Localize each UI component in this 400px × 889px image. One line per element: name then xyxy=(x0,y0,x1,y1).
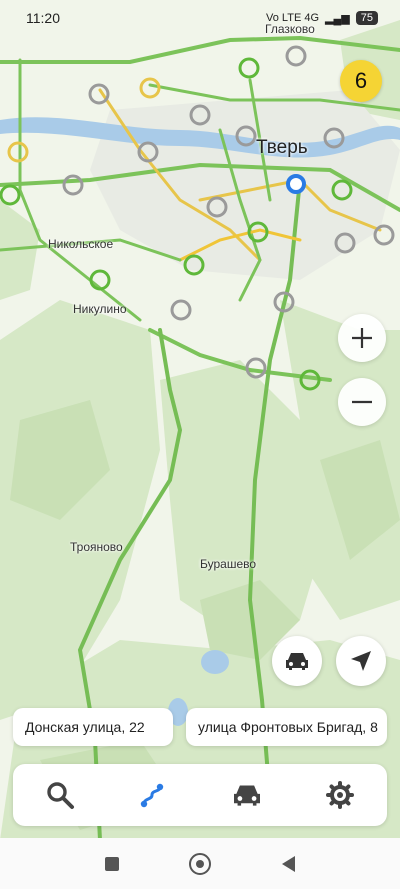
map-label-nikulino: Никулино xyxy=(73,302,127,316)
recents-button[interactable] xyxy=(105,856,120,871)
search-button[interactable] xyxy=(30,770,90,820)
route-icon xyxy=(141,783,164,808)
route-from-chip[interactable]: Донская улица, 22 xyxy=(13,708,173,746)
signal-icon: ▂▄▆ xyxy=(325,12,350,25)
route-button[interactable] xyxy=(123,770,183,820)
gear-icon xyxy=(326,781,355,809)
traffic-score-badge[interactable]: 6 xyxy=(340,60,382,102)
map-label-tver: Тверь xyxy=(256,137,308,158)
search-icon xyxy=(47,782,74,809)
plus-icon xyxy=(352,328,372,348)
zoom-out-button[interactable] xyxy=(338,378,386,426)
status-time: 11:20 xyxy=(26,10,60,26)
home-button[interactable] xyxy=(189,852,212,875)
status-bar: 11:20 Vo LTE 4G ▂▄▆ 75 xyxy=(0,0,400,36)
map-label-nikolskoe: Никольское xyxy=(48,237,114,251)
system-nav-bar xyxy=(0,838,400,889)
zoom-in-button[interactable] xyxy=(338,314,386,362)
home-dot-icon xyxy=(196,859,205,868)
map-canvas[interactable] xyxy=(0,0,400,889)
my-location-marker xyxy=(286,174,306,194)
route-to-chip[interactable]: улица Фронтовых Бригад, 8 xyxy=(186,708,387,746)
battery-level: 75 xyxy=(355,11,378,25)
network-indicator: Vo LTE 4G xyxy=(266,12,320,24)
back-button[interactable] xyxy=(281,855,295,872)
my-location-button[interactable] xyxy=(336,636,386,686)
car-icon xyxy=(286,653,308,670)
navigator-button[interactable] xyxy=(217,770,277,820)
car-mode-button[interactable] xyxy=(272,636,322,686)
navigation-arrow-icon xyxy=(351,651,371,671)
car-icon xyxy=(233,785,260,806)
settings-button[interactable] xyxy=(310,770,370,820)
map-label-burashevo: Бурашево xyxy=(200,557,257,571)
map-label-troyanovo: Трояново xyxy=(70,540,123,554)
bottom-toolbar xyxy=(13,764,387,826)
minus-icon xyxy=(352,400,372,404)
